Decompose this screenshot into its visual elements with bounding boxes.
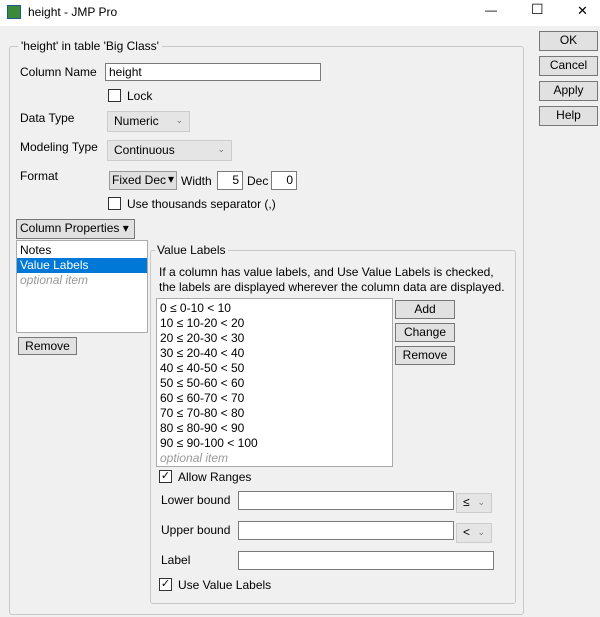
lock-checkbox[interactable] <box>108 89 121 102</box>
value-labels-title: Value Labels <box>155 243 228 257</box>
chevron-down-icon: ⌄ <box>477 497 485 507</box>
value-labels-list[interactable]: 0 ≤ 0-10 < 10 10 ≤ 10-20 < 20 20 ≤ 20-30… <box>156 298 393 467</box>
app-icon <box>7 5 21 19</box>
value-label-item[interactable]: 40 ≤ 40-50 < 50 <box>157 361 392 376</box>
label-field-label: Label <box>161 553 191 567</box>
change-value-label-button[interactable]: Change <box>395 323 455 342</box>
lower-operator-value: ≤ <box>463 495 470 509</box>
format-value: Fixed Dec <box>112 173 167 187</box>
modeling-type-value: Continuous <box>114 143 175 157</box>
column-name-label: Column Name <box>20 65 97 79</box>
width-input[interactable]: 5 <box>217 171 243 190</box>
window-title: height - JMP Pro <box>28 5 118 19</box>
group-title: 'height' in table 'Big Class' <box>18 39 162 53</box>
thousands-label: Use thousands separator (,) <box>127 197 276 211</box>
maximize-button[interactable]: ☐ <box>531 1 544 18</box>
column-properties-button[interactable]: Column Properties ▾ <box>16 219 135 239</box>
cancel-button[interactable]: Cancel <box>539 56 598 76</box>
upper-bound-input[interactable] <box>238 521 454 540</box>
chevron-down-icon: ⌄ <box>477 527 485 537</box>
chevron-down-icon: ⌄ <box>175 115 183 125</box>
value-labels-description: If a column has value labels, and Use Va… <box>159 265 505 294</box>
column-properties-label: Column Properties <box>20 221 120 235</box>
format-label: Format <box>20 169 59 183</box>
remove-property-button[interactable]: Remove <box>18 337 77 355</box>
value-label-item[interactable]: 90 ≤ 90-100 < 100 <box>157 436 392 451</box>
use-value-labels-label: Use Value Labels <box>178 578 272 592</box>
apply-button[interactable]: Apply <box>539 81 598 101</box>
value-label-item[interactable]: 30 ≤ 20-40 < 40 <box>157 346 392 361</box>
value-label-item[interactable]: 50 ≤ 50-60 < 60 <box>157 376 392 391</box>
value-label-item[interactable]: 0 ≤ 0-10 < 10 <box>157 301 392 316</box>
allow-ranges-checkbox[interactable]: ✓ <box>159 470 172 483</box>
chevron-down-icon: ⌄ <box>217 144 225 154</box>
close-button[interactable]: ✕ <box>577 3 588 19</box>
data-type-select[interactable]: Numeric ⌄ <box>107 111 190 132</box>
upper-operator-value: < <box>463 525 471 539</box>
properties-list[interactable]: Notes Value Labels optional item <box>16 240 148 333</box>
dec-input[interactable]: 0 <box>271 171 297 190</box>
format-select[interactable]: Fixed Dec ▾ <box>109 171 177 190</box>
modeling-type-select[interactable]: Continuous ⌄ <box>107 140 232 161</box>
width-label: Width <box>181 174 212 188</box>
lower-operator-select[interactable]: ≤ ⌄ <box>456 493 492 513</box>
property-value-labels[interactable]: Value Labels <box>17 258 147 273</box>
property-optional-item[interactable]: optional item <box>17 273 147 288</box>
lock-label: Lock <box>127 89 153 103</box>
title-bar: height - JMP Pro — ☐ ✕ <box>0 0 600 26</box>
value-label-item[interactable]: 20 ≤ 20-30 < 30 <box>157 331 392 346</box>
value-label-item[interactable]: 60 ≤ 60-70 < 70 <box>157 391 392 406</box>
remove-value-label-button[interactable]: Remove <box>395 346 455 365</box>
lower-bound-label: Lower bound <box>161 493 231 507</box>
value-label-optional-item[interactable]: optional item <box>157 451 392 466</box>
lower-bound-input[interactable] <box>238 491 454 510</box>
data-type-label: Data Type <box>20 111 75 125</box>
help-button[interactable]: Help <box>539 106 598 126</box>
modeling-type-label: Modeling Type <box>20 140 98 154</box>
value-label-item[interactable]: 80 ≤ 80-90 < 90 <box>157 421 392 436</box>
data-type-value: Numeric <box>114 114 159 128</box>
minimize-button[interactable]: — <box>485 3 497 17</box>
dropdown-icon: ▾ <box>122 221 129 235</box>
add-value-label-button[interactable]: Add <box>395 300 455 319</box>
thousands-checkbox[interactable] <box>108 197 121 210</box>
value-label-item[interactable]: 70 ≤ 70-80 < 80 <box>157 406 392 421</box>
value-label-item[interactable]: 10 ≤ 10-20 < 20 <box>157 316 392 331</box>
dropdown-icon: ▾ <box>167 172 174 186</box>
column-name-input[interactable]: height <box>105 63 321 81</box>
upper-operator-select[interactable]: < ⌄ <box>456 523 492 543</box>
upper-bound-label: Upper bound <box>161 523 231 537</box>
allow-ranges-label: Allow Ranges <box>178 470 252 484</box>
dec-label: Dec <box>247 174 269 188</box>
ok-button[interactable]: OK <box>539 31 598 51</box>
use-value-labels-checkbox[interactable]: ✓ <box>159 578 172 591</box>
property-notes[interactable]: Notes <box>17 243 147 258</box>
label-input[interactable] <box>238 551 494 570</box>
